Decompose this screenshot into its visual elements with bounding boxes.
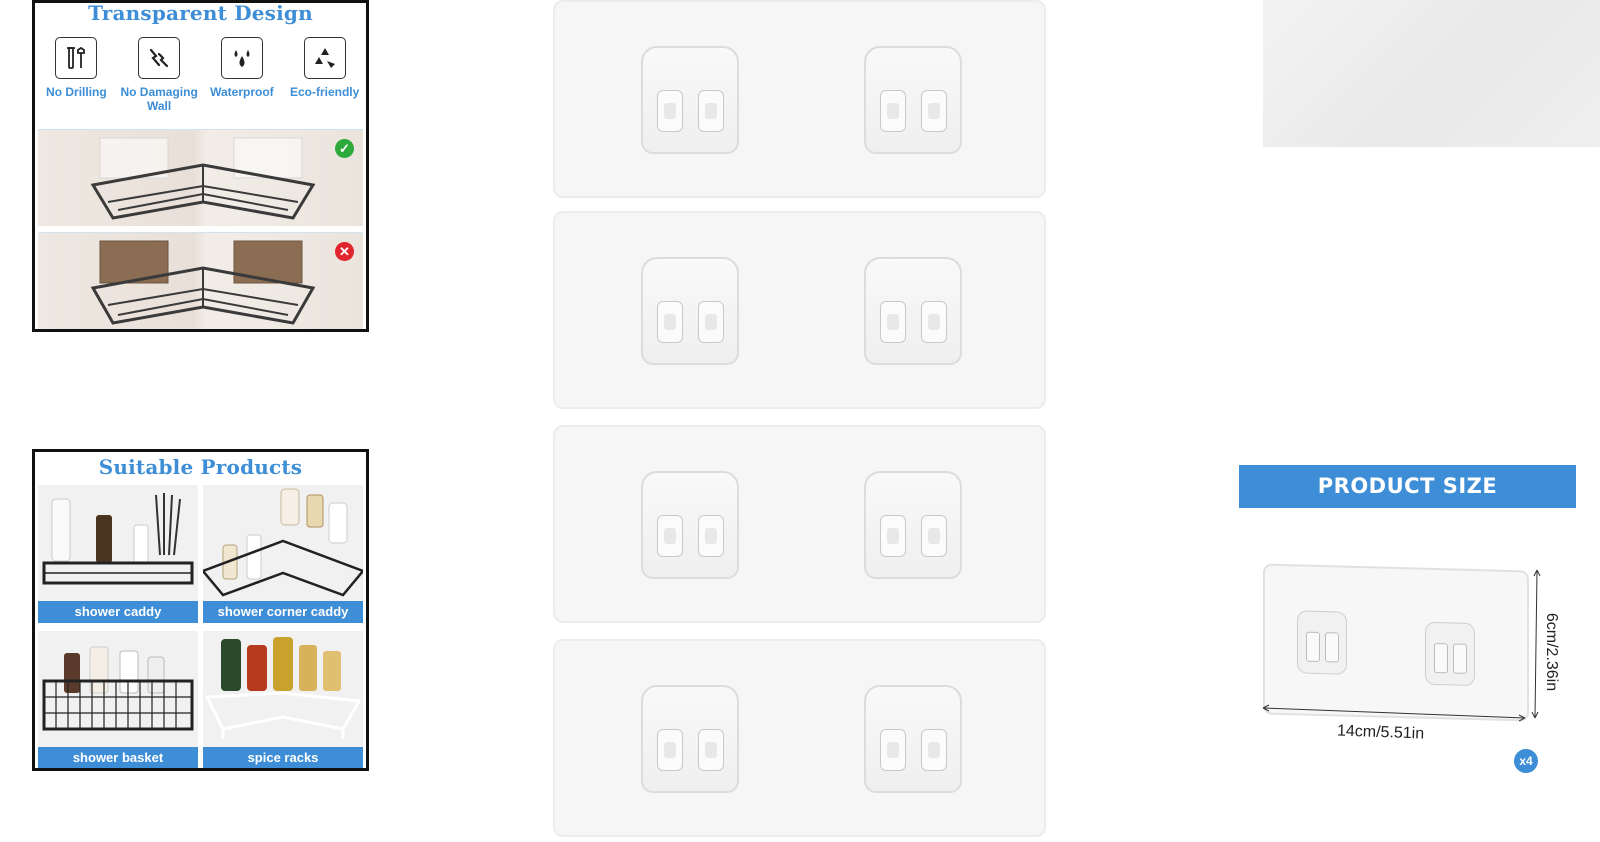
product-tile-spice-racks: spice racks [203, 631, 363, 768]
hook-clip [657, 729, 683, 771]
feature-no-drilling: No Drilling [35, 37, 118, 129]
corner-shelf-illustration [90, 240, 316, 325]
hook-clip [880, 515, 906, 557]
product-label: shower basket [38, 747, 198, 768]
hook [641, 46, 739, 154]
hook-clip [698, 729, 724, 771]
feature-label: No Drilling [46, 85, 107, 99]
height-dimension-line [1534, 569, 1538, 719]
hook-clip [880, 90, 906, 132]
feature-eco-friendly: Eco-friendly [283, 37, 366, 129]
hook-clip [921, 301, 947, 343]
adhesive-plate [553, 0, 1046, 198]
adhesive-plate [553, 639, 1046, 837]
suitable-products-card: Suitable Products shower caddy shower co… [32, 449, 369, 771]
card-title: Suitable Products [98, 455, 303, 479]
height-label: 6cm/2.36in [1543, 612, 1561, 692]
product-size-header: PRODUCT SIZE [1239, 465, 1576, 508]
hook [864, 46, 962, 154]
spice-racks-photo [204, 637, 362, 739]
product-tile-shower-corner-caddy: shower corner caddy [203, 485, 363, 623]
recycle-icon [303, 37, 346, 79]
feature-waterproof: Waterproof [201, 37, 284, 129]
product-label: spice racks [203, 747, 363, 768]
quantity-badge: x4 [1514, 749, 1538, 773]
hook [641, 685, 739, 793]
corner-shelf-illustration [90, 137, 316, 220]
hook-clip [880, 729, 906, 771]
hook-clip [657, 515, 683, 557]
hook-clip [657, 301, 683, 343]
broken-wall-icon [138, 37, 181, 79]
hook [864, 257, 962, 365]
adhesive-plate [553, 211, 1046, 409]
hook [864, 685, 962, 793]
hook [641, 257, 739, 365]
hook-clip [880, 301, 906, 343]
shower-corner-caddy-photo [203, 488, 363, 597]
transparent-design-card: Transparent Design No Drilling No Damagi… [32, 0, 369, 332]
hook [641, 471, 739, 579]
hook-clip [698, 515, 724, 557]
hook-clip [921, 729, 947, 771]
check-circle-icon: ✓ [335, 139, 354, 158]
x-circle-icon: ✕ [335, 242, 354, 261]
opaque-adhesive-shelf-photo: ✕ [38, 232, 363, 329]
product-tile-shower-basket: shower basket [38, 631, 198, 768]
feature-label: Eco-friendly [289, 85, 360, 99]
clear-adhesive-shelf-photo: ✓ [38, 129, 363, 226]
feature-label: No Damaging Wall [120, 85, 198, 113]
hook-clip [698, 90, 724, 132]
feature-list: No Drilling No Damaging Wall Waterproof [35, 26, 366, 129]
hook [864, 471, 962, 579]
shower-basket-photo [42, 646, 194, 731]
shower-caddy-photo [42, 493, 194, 585]
hook-clip [921, 90, 947, 132]
product-label: shower corner caddy [203, 601, 363, 623]
width-label: 14cm/5.51in [1336, 722, 1425, 743]
feature-no-damaging-wall: No Damaging Wall [118, 37, 201, 129]
width-dimension-line [1262, 707, 1526, 719]
product-grid: shower caddy shower corner caddy shower … [38, 485, 363, 768]
hook-clip [698, 301, 724, 343]
card-title: Transparent Design [88, 1, 313, 25]
feature-label: Waterproof [210, 85, 274, 99]
hook-clip [657, 90, 683, 132]
hook-clip [921, 515, 947, 557]
tools-icon [55, 37, 98, 79]
wall-photo [1263, 0, 1600, 147]
product-label: shower caddy [38, 601, 198, 623]
water-drops-icon [220, 37, 263, 79]
adhesive-plate [553, 425, 1046, 623]
product-tile-shower-caddy: shower caddy [38, 485, 198, 623]
